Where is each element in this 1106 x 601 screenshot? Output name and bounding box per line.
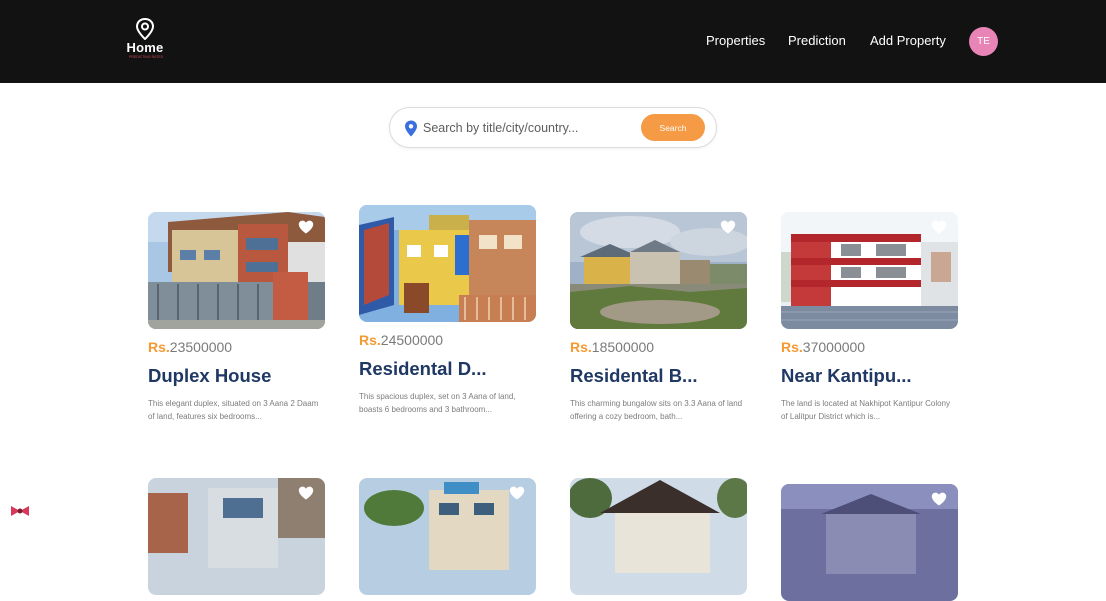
nav-add-property[interactable]: Add Property (870, 33, 946, 48)
property-price: Rs.23500000 (148, 339, 232, 355)
property-price: Rs.24500000 (359, 332, 443, 348)
currency-label: Rs. (570, 339, 592, 355)
nav-properties[interactable]: Properties (706, 33, 765, 48)
property-description: This charming bungalow sits on 3.3 Aana … (570, 399, 743, 421)
price-value: 18500000 (591, 339, 655, 355)
search-button[interactable]: Search (641, 114, 705, 141)
price-value: 24500000 (380, 332, 444, 348)
search-bar: Search (389, 107, 717, 148)
logo-text: Home (126, 40, 164, 55)
property-title[interactable]: Near Kantipu... (781, 365, 958, 387)
currency-label: Rs. (781, 339, 803, 355)
user-avatar[interactable]: TE (969, 27, 998, 56)
price-value: 23500000 (169, 339, 233, 355)
favorite-heart-icon[interactable] (931, 220, 947, 234)
property-price: Rs.37000000 (781, 339, 865, 355)
property-image[interactable] (570, 478, 747, 595)
favorite-heart-icon[interactable] (298, 220, 314, 234)
property-price: Rs.18500000 (570, 339, 654, 355)
nav-prediction[interactable]: Prediction (788, 33, 846, 48)
price-value: 37000000 (802, 339, 866, 355)
property-description: The land is located at Nakhipot Kantipur… (781, 399, 950, 421)
favorite-heart-icon[interactable] (298, 486, 314, 500)
property-title[interactable]: Residental D... (359, 358, 536, 380)
property-description: This elegant duplex, situated on 3 Aana … (148, 399, 319, 421)
location-pin-icon (135, 18, 155, 40)
property-title[interactable]: Residental B... (570, 365, 747, 387)
favorite-heart-icon[interactable] (509, 486, 525, 500)
currency-label: Rs. (148, 339, 170, 355)
property-title[interactable]: Duplex House (148, 365, 325, 387)
ribbon-icon (11, 506, 29, 516)
search-input[interactable] (423, 116, 633, 140)
home-logo[interactable]: Home PREDICTING RATES (122, 18, 168, 60)
logo-tagline: PREDICTING RATES (129, 55, 163, 59)
location-pin-icon (405, 120, 417, 137)
property-description: This spacious duplex, set on 3 Aana of l… (359, 392, 516, 414)
property-image[interactable] (359, 205, 536, 322)
favorite-heart-icon[interactable] (931, 492, 947, 506)
favorite-heart-icon[interactable] (720, 220, 736, 234)
top-navbar: Home PREDICTING RATES Properties Predict… (0, 0, 1106, 83)
currency-label: Rs. (359, 332, 381, 348)
